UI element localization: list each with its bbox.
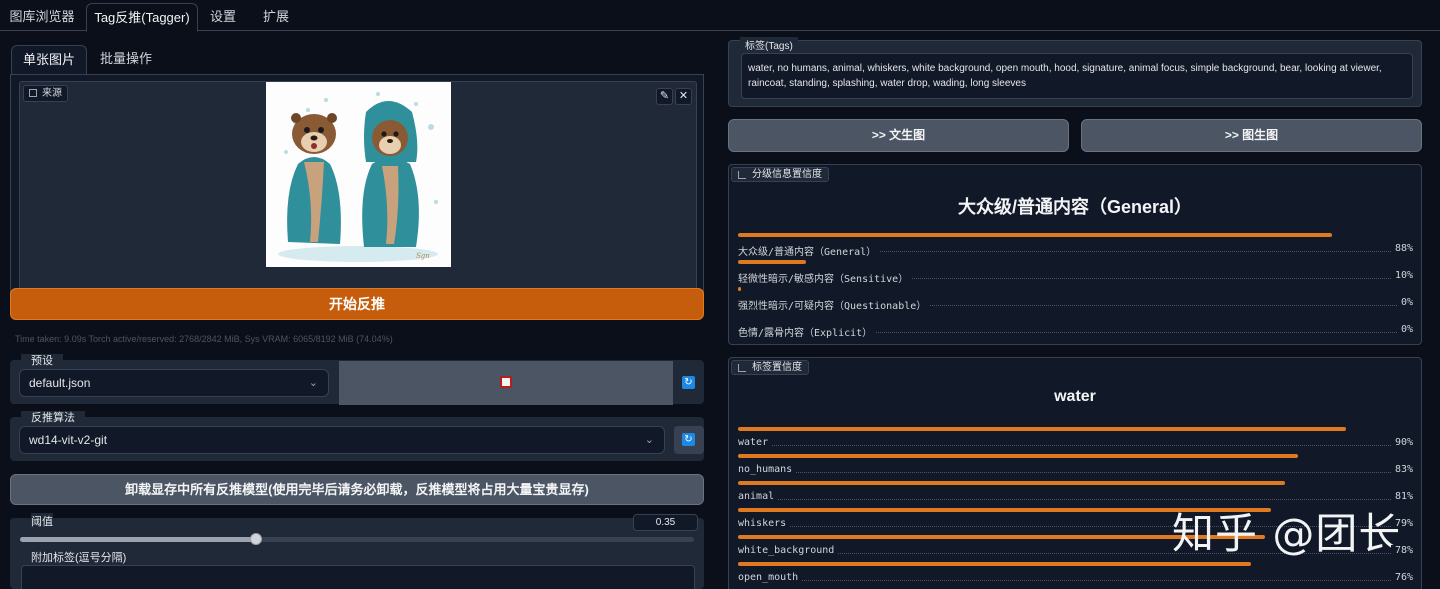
confidence-percent: 88%: [1390, 243, 1413, 254]
preset-select[interactable]: default.json ⌄: [19, 369, 329, 397]
confidence-row: open_mouth 76%: [738, 562, 1413, 589]
confidence-percent: 83%: [1390, 464, 1413, 475]
chevron-down-icon: ⌄: [308, 377, 318, 389]
tab-gallery-browser[interactable]: 图库浏览器: [0, 3, 84, 31]
confidence-percent: 0%: [1396, 324, 1413, 335]
confidence-label: animal: [738, 491, 779, 502]
preset-block: 预设 default.json ⌄ ↻: [10, 354, 704, 405]
confidence-percent: 10%: [1390, 270, 1413, 281]
confidence-percent: 79%: [1390, 518, 1413, 529]
send-to-txt2img-button[interactable]: >> 文生图: [728, 119, 1069, 152]
threshold-number-input[interactable]: 0.35: [633, 514, 698, 531]
confidence-bar: [738, 233, 1332, 237]
image-dropzone[interactable]: 来源 ✎ ✕ Sgn: [19, 81, 697, 301]
confidence-label: white_background: [738, 545, 839, 556]
confidence-bar: [738, 454, 1298, 458]
tab-single-image[interactable]: 单张图片: [11, 45, 87, 76]
confidence-label: open_mouth: [738, 572, 803, 583]
confidence-row: no_humans 83%: [738, 454, 1413, 481]
confidence-label: no_humans: [738, 464, 797, 475]
uploaded-image: Sgn: [266, 82, 451, 267]
tab-tagger[interactable]: Tag反推(Tagger): [86, 3, 198, 32]
svg-text:Sgn: Sgn: [416, 252, 430, 260]
threshold-slider-thumb[interactable]: [250, 533, 262, 545]
confidence-percent: 76%: [1390, 572, 1413, 583]
rating-confidence-label: 分级信息置信度: [731, 167, 829, 182]
confidence-label: whiskers: [738, 518, 791, 529]
confidence-bar: [738, 260, 806, 264]
start-tagging-button[interactable]: 开始反推: [10, 288, 704, 320]
unload-models-button[interactable]: 卸载显存中所有反推模型(使用完毕后请务必卸载，反推模型将占用大量宝贵显存): [10, 474, 704, 505]
threshold-slider[interactable]: [20, 533, 694, 545]
confidence-percent: 78%: [1390, 545, 1413, 556]
confidence-label: 轻微性暗示/敏感内容（Sensitive）: [738, 270, 913, 285]
rating-confidence-panel: 分级信息置信度 大众级/普通内容（General） 大众级/普通内容（Gener…: [728, 164, 1422, 345]
image-source-label: 来源: [23, 85, 68, 102]
confidence-label: 大众级/普通内容（General）: [738, 243, 881, 258]
confidence-label: 色情/露骨内容（Explicit）: [738, 324, 877, 339]
confidence-percent: 0%: [1396, 297, 1413, 308]
confidence-row: 大众级/普通内容（General） 88%: [738, 233, 1413, 260]
top-tab-bar: 图库浏览器 Tag反推(Tagger) 设置 扩展: [0, 0, 1440, 32]
image-icon: [29, 89, 37, 97]
rating-top-label: 大众级/普通内容（General）: [957, 197, 1193, 217]
algorithm-value: wd14-vit-v2-git: [29, 433, 108, 447]
chevron-down-icon: ⌄: [644, 434, 654, 446]
confidence-row: 轻微性暗示/敏感内容（Sensitive） 10%: [738, 260, 1413, 287]
extra-tags-label: 附加标签(逗号分隔): [31, 552, 127, 564]
confidence-row: water 90%: [738, 427, 1413, 454]
confidence-bar: [738, 287, 741, 291]
send-to-img2img-button[interactable]: >> 图生图: [1081, 119, 1422, 152]
tags-label: 标签(Tags): [740, 37, 798, 52]
tags-output-block: 标签(Tags) water, no humans, animal, whisk…: [728, 37, 1422, 107]
threshold-block: 阈值 附加标签(逗号分隔): [10, 513, 704, 589]
tags-textarea[interactable]: water, no humans, animal, whiskers, whit…: [741, 53, 1413, 99]
refresh-icon: ↻: [682, 433, 695, 446]
save-icon: [500, 376, 512, 388]
watermark-text: 知乎 @团长: [1172, 509, 1402, 558]
confidence-label: water: [738, 437, 773, 448]
algorithm-label: 反推算法: [21, 411, 85, 425]
confidence-label: 强烈性暗示/可疑内容（Questionable）: [738, 297, 931, 312]
image-label-text: 来源: [42, 88, 62, 99]
tag-confidence-label: 标签置信度: [731, 360, 809, 375]
threshold-label: 阈值: [31, 513, 53, 529]
tab-batch[interactable]: 批量操作: [89, 45, 163, 75]
image-input-panel: 来源 ✎ ✕ Sgn: [10, 74, 704, 307]
algorithm-select[interactable]: wd14-vit-v2-git ⌄: [19, 426, 665, 454]
tab-settings[interactable]: 设置: [199, 3, 247, 31]
left-column: 单张图片 批量操作 来源 ✎ ✕ Sgn 开始反推 Time taken: 9.…: [0, 32, 712, 589]
edit-icon[interactable]: ✎: [656, 88, 673, 105]
preset-value: default.json: [29, 376, 91, 390]
refresh-algorithm-button[interactable]: ↻: [674, 426, 704, 454]
tag-top-label: water: [1054, 388, 1096, 405]
tab-extensions[interactable]: 扩展: [252, 3, 300, 31]
extra-tags-input[interactable]: [21, 565, 695, 589]
confidence-bar: [738, 562, 1251, 566]
preset-label: 预设: [21, 354, 63, 368]
confidence-row: 强烈性暗示/可疑内容（Questionable） 0%: [738, 287, 1413, 314]
confidence-percent: 90%: [1390, 437, 1413, 448]
otter-illustration: Sgn: [266, 82, 451, 267]
algorithm-block: 反推算法 wd14-vit-v2-git ⌄ ↻: [10, 411, 704, 461]
leader-dots: [738, 445, 1413, 446]
close-icon[interactable]: ✕: [675, 88, 692, 105]
time-info: Time taken: 9.09s Torch active/reserved:…: [15, 334, 393, 344]
confidence-percent: 81%: [1390, 491, 1413, 502]
leader-dots: [738, 472, 1413, 473]
refresh-preset-button[interactable]: ↻: [674, 369, 704, 397]
leader-dots: [738, 580, 1413, 581]
refresh-icon: ↻: [682, 376, 695, 389]
save-preset-button[interactable]: [339, 361, 673, 405]
confidence-bar: [738, 427, 1346, 431]
confidence-bar: [738, 481, 1285, 485]
threshold-slider-fill: [20, 537, 256, 542]
confidence-row: 色情/露骨内容（Explicit） 0%: [738, 314, 1413, 341]
